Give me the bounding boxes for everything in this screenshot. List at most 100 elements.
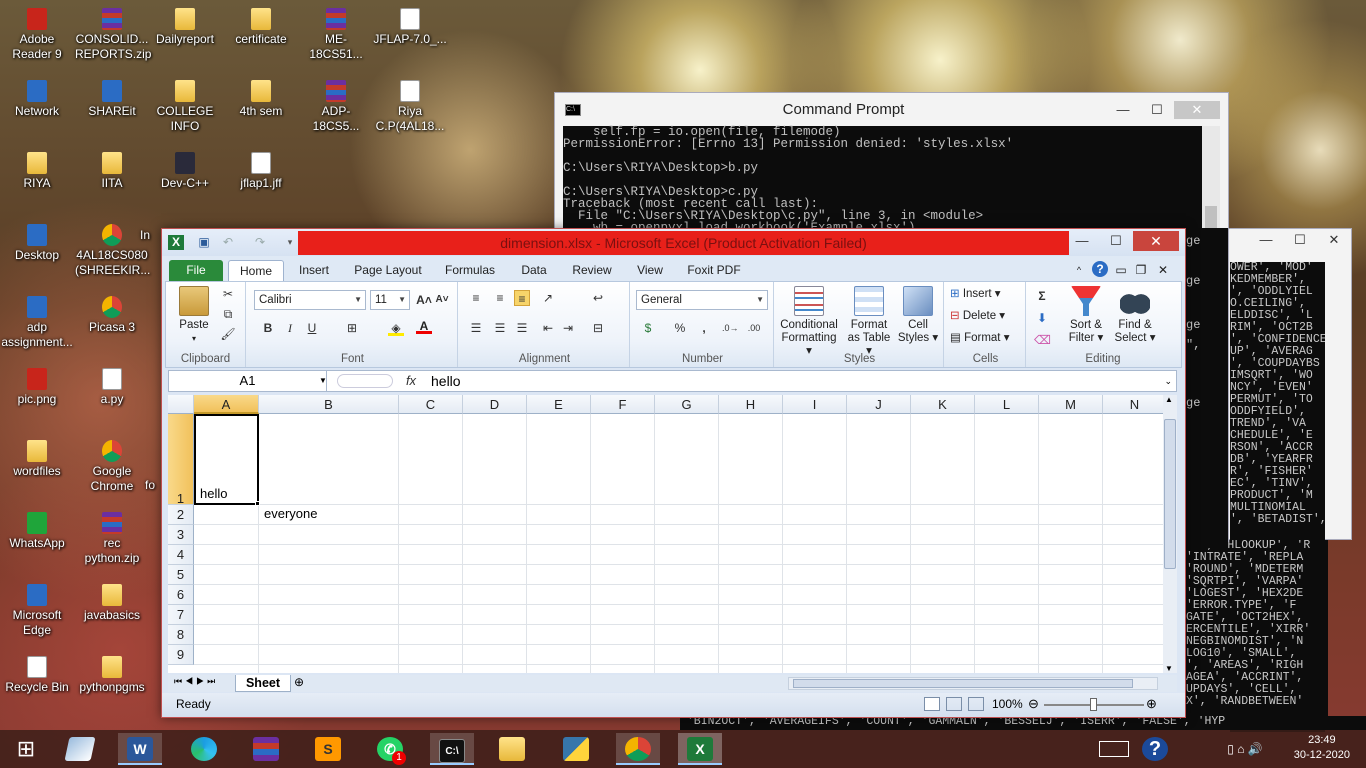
- clock[interactable]: 23:49 30-12-2020: [1294, 733, 1350, 763]
- delete-cells-button[interactable]: ⊟ Delete ▾: [950, 310, 1005, 323]
- normal-view-icon[interactable]: [924, 697, 940, 711]
- desktop-icon-chrome[interactable]: 4AL18CS080 (SHREEKIR...: [75, 224, 150, 278]
- minimize-button[interactable]: —: [1106, 102, 1140, 117]
- decrease-indent-icon[interactable]: ⇤: [540, 320, 556, 336]
- maximize-button[interactable]: ☐: [1099, 231, 1133, 251]
- workbook-restore-button[interactable]: ❐: [1134, 260, 1148, 281]
- page-break-view-icon[interactable]: [968, 697, 984, 711]
- grow-font-icon[interactable]: A˄: [416, 292, 432, 308]
- select-all-corner[interactable]: [168, 395, 194, 414]
- zoom-out-icon[interactable]: ⊖: [1028, 696, 1039, 712]
- sheet-navigation-icons[interactable]: ⏮◀▶⏭: [174, 676, 218, 687]
- tab-view[interactable]: View: [628, 260, 672, 281]
- font-color-icon[interactable]: A: [416, 318, 432, 334]
- zoom-in-icon[interactable]: ⊕: [1146, 696, 1157, 712]
- desktop-icon-archive[interactable]: ADP-18CS5...: [299, 80, 373, 134]
- row-header-4[interactable]: 4: [168, 545, 194, 565]
- workbook-minimize-button[interactable]: ▭: [1114, 260, 1128, 281]
- desktop-icon-image[interactable]: pic.png: [0, 368, 74, 407]
- find-select-button[interactable]: Find & Select ▾: [1112, 286, 1158, 345]
- increase-indent-icon[interactable]: ⇥: [560, 320, 576, 336]
- desktop-icon-folder[interactable]: COLLEGE INFO: [148, 80, 222, 134]
- scroll-down-icon[interactable]: ▼: [1165, 664, 1173, 673]
- desktop-icon-folder[interactable]: IITA: [75, 152, 149, 191]
- number-format-combo[interactable]: General ▼: [636, 290, 768, 310]
- desktop-icon-java[interactable]: JFLAP-7.0_...: [373, 8, 447, 47]
- cell-styles-button[interactable]: Cell Styles ▾: [896, 286, 940, 345]
- column-header-K[interactable]: K: [911, 395, 975, 414]
- help-icon[interactable]: ?: [1092, 261, 1108, 277]
- tab-file[interactable]: File: [169, 260, 223, 281]
- column-header-A[interactable]: A: [194, 395, 259, 414]
- excel-icon[interactable]: X: [678, 733, 722, 765]
- file-explorer-icon[interactable]: [490, 733, 534, 765]
- sheet-tab[interactable]: Sheet: [235, 675, 291, 692]
- column-header-J[interactable]: J: [847, 395, 911, 414]
- desktop-icon-python-file[interactable]: a.py: [75, 368, 149, 407]
- shrink-font-icon[interactable]: A˅: [434, 292, 450, 308]
- formula-expand-control[interactable]: [337, 374, 393, 388]
- task-view-icon[interactable]: [58, 733, 102, 765]
- desktop-icon-file[interactable]: jflap1.jff: [224, 152, 298, 191]
- column-header-M[interactable]: M: [1039, 395, 1103, 414]
- close-button[interactable]: ✕: [1174, 100, 1220, 119]
- format-painter-icon[interactable]: 🖌: [220, 326, 236, 342]
- scroll-thumb[interactable]: [793, 679, 1133, 688]
- row-header-6[interactable]: 6: [168, 585, 194, 605]
- title-bar[interactable]: X ▣ ↶ ↷ ▾ dimension.xlsx - Microsoft Exc…: [162, 229, 1185, 256]
- column-header-F[interactable]: F: [591, 395, 655, 414]
- desktop-icon-devcpp[interactable]: Dev-C++: [148, 152, 222, 191]
- tab-data[interactable]: Data: [512, 260, 556, 281]
- customize-quick-access-icon[interactable]: ▾: [282, 235, 298, 250]
- cut-icon[interactable]: ✂: [220, 286, 236, 302]
- word-icon[interactable]: W: [118, 733, 162, 765]
- row-header-7[interactable]: 7: [168, 605, 194, 625]
- desktop-icon-whatsapp[interactable]: WhatsApp: [0, 512, 74, 551]
- merge-center-icon[interactable]: ⊟: [590, 320, 606, 336]
- wrap-text-icon[interactable]: ↩: [590, 290, 606, 306]
- save-icon[interactable]: ▣: [196, 235, 212, 250]
- desktop-icon-picasa[interactable]: Picasa 3: [75, 296, 149, 335]
- align-middle-icon[interactable]: ≡: [492, 290, 508, 306]
- redo-icon[interactable]: ↷: [252, 235, 268, 250]
- percent-style-icon[interactable]: %: [672, 320, 688, 336]
- column-header-H[interactable]: H: [719, 395, 783, 414]
- desktop-icon-folder[interactable]: 4th sem: [224, 80, 298, 119]
- desktop-icon-word[interactable]: adp assignment...: [0, 296, 74, 350]
- minimize-button[interactable]: —: [1065, 231, 1099, 251]
- edge-icon[interactable]: [182, 733, 226, 765]
- italic-button[interactable]: I: [282, 320, 298, 336]
- tab-foxit-pdf[interactable]: Foxit PDF: [684, 260, 744, 281]
- insert-cells-button[interactable]: ⊞ Insert ▾: [950, 288, 1001, 301]
- start-icon[interactable]: ⊞: [4, 733, 48, 765]
- cell-B2[interactable]: everyone: [264, 506, 317, 521]
- tab-review[interactable]: Review: [568, 260, 616, 281]
- align-right-icon[interactable]: ☰: [514, 320, 530, 336]
- bold-button[interactable]: B: [260, 320, 276, 336]
- copy-icon[interactable]: ⧉: [220, 306, 236, 322]
- sublime-icon[interactable]: S: [306, 733, 350, 765]
- row-header-2[interactable]: 2: [168, 505, 194, 525]
- close-button[interactable]: ✕: [1317, 232, 1351, 248]
- desktop-icon-network[interactable]: Network: [0, 80, 74, 119]
- chrome-icon[interactable]: [616, 733, 660, 765]
- keyboard-icon[interactable]: [1094, 733, 1134, 765]
- whatsapp-icon[interactable]: ✆ 1: [368, 733, 412, 765]
- column-header-N[interactable]: N: [1103, 395, 1163, 414]
- title-bar[interactable]: C:\ Command Prompt — ☐ ✕: [555, 93, 1228, 126]
- fill-handle[interactable]: [255, 501, 260, 506]
- row-header-9[interactable]: 9: [168, 645, 194, 665]
- excel-window[interactable]: X ▣ ↶ ↷ ▾ dimension.xlsx - Microsoft Exc…: [161, 228, 1186, 718]
- column-header-C[interactable]: C: [399, 395, 463, 414]
- cmd-icon[interactable]: C:\: [430, 733, 474, 765]
- chevron-down-icon[interactable]: ▼: [319, 371, 327, 391]
- scroll-up-icon[interactable]: ▲: [1165, 395, 1173, 404]
- tab-formulas[interactable]: Formulas: [440, 260, 500, 281]
- column-header-G[interactable]: G: [655, 395, 719, 414]
- column-header-E[interactable]: E: [527, 395, 591, 414]
- vertical-scrollbar[interactable]: ▲ ▼: [1163, 395, 1177, 673]
- desktop-icon-archive[interactable]: CONSOLID... REPORTS.zip: [75, 8, 151, 62]
- desktop-icon-folder[interactable]: RIYA: [0, 152, 74, 191]
- format-cells-button[interactable]: ▤ Format ▾: [950, 332, 1009, 345]
- format-as-table-button[interactable]: Format as Table ▾: [846, 286, 892, 358]
